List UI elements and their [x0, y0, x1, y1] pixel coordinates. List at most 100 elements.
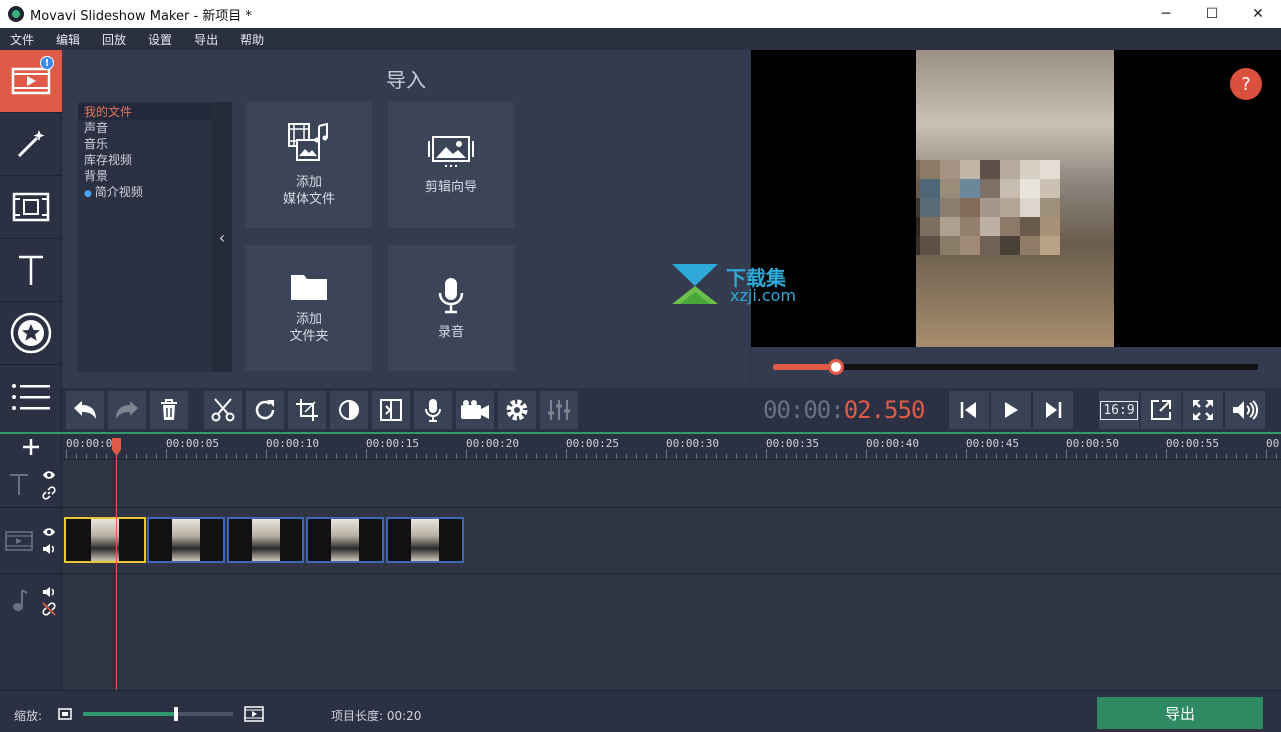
- zoom-in-icon[interactable]: [244, 706, 264, 722]
- ruler-tick: [96, 454, 97, 459]
- ruler-tick: [716, 454, 717, 459]
- settings-button[interactable]: [498, 391, 536, 429]
- ruler-tick: [536, 454, 537, 459]
- seek-bar[interactable]: [773, 359, 1258, 375]
- zoom-slider-handle[interactable]: [174, 707, 178, 721]
- help-button[interactable]: ?: [1230, 68, 1262, 100]
- sidebar-import-button[interactable]: !: [0, 50, 62, 113]
- video-clip[interactable]: [306, 517, 384, 563]
- collapse-panel-button[interactable]: ‹: [212, 102, 232, 372]
- export-button[interactable]: 导出: [1097, 697, 1263, 729]
- unlink-icon[interactable]: [42, 602, 56, 616]
- video-clip[interactable]: [227, 517, 304, 563]
- ruler-tick: [396, 454, 397, 459]
- fullscreen-button[interactable]: [1183, 391, 1223, 429]
- cut-button[interactable]: [204, 391, 242, 429]
- category-my-files[interactable]: 我的文件: [78, 104, 212, 120]
- skip-forward-icon: [1046, 402, 1062, 418]
- ruler-tick: [886, 454, 887, 459]
- ruler-tick-label: 00:00:25: [566, 437, 619, 450]
- zoom-slider-fill: [83, 712, 176, 716]
- volume-button[interactable]: [1225, 391, 1265, 429]
- title-track[interactable]: [62, 460, 1281, 508]
- rotate-button[interactable]: [246, 391, 284, 429]
- category-backgrounds[interactable]: 背景: [78, 168, 212, 184]
- ruler-tick: [976, 454, 977, 459]
- menu-edit[interactable]: 编辑: [56, 31, 80, 48]
- zoom-out-icon[interactable]: [58, 708, 72, 720]
- undo-button[interactable]: [66, 391, 104, 429]
- seek-bar-handle[interactable]: [828, 359, 845, 375]
- eye-icon[interactable]: [42, 470, 56, 480]
- minimize-button[interactable]: ─: [1143, 0, 1189, 28]
- add-track-button[interactable]: [0, 434, 62, 460]
- speaker-icon[interactable]: [42, 586, 56, 598]
- sidebar-titles-button[interactable]: [0, 239, 62, 302]
- video-track[interactable]: [62, 508, 1281, 574]
- video-clip[interactable]: [386, 517, 464, 563]
- video-clip[interactable]: [64, 517, 146, 563]
- timeline-ruler[interactable]: 00:00:0 00:00:05 00:00:10 00:00:15 00:00:20 0…: [62, 434, 1281, 460]
- clip-thumbnail: [91, 519, 119, 561]
- fullscreen-icon: [1193, 400, 1213, 420]
- category-stock-video[interactable]: 库存视频: [78, 152, 212, 168]
- next-frame-button[interactable]: [1033, 391, 1073, 429]
- link-icon[interactable]: [42, 486, 56, 500]
- maximize-button[interactable]: ☐: [1189, 0, 1235, 28]
- add-folder-tile[interactable]: 添加 文件夹: [246, 245, 372, 371]
- category-intro-video[interactable]: 简介视频: [78, 184, 212, 202]
- ruler-tick: [356, 454, 357, 459]
- audio-track[interactable]: [62, 574, 1281, 690]
- sidebar-stickers-button[interactable]: [0, 302, 62, 365]
- clip-thumbnail: [251, 519, 280, 561]
- detach-preview-button[interactable]: [1141, 391, 1181, 429]
- window-title: Movavi Slideshow Maker - 新项目 *: [30, 8, 252, 24]
- menu-help[interactable]: 帮助: [240, 31, 264, 48]
- ruler-tick: [736, 454, 737, 459]
- transition-wizard-button[interactable]: [372, 391, 410, 429]
- montage-wizard-tile[interactable]: 剪辑向导: [388, 102, 514, 228]
- category-sounds[interactable]: 声音: [78, 120, 212, 136]
- ruler-tick: [816, 454, 817, 459]
- sidebar-filters-button[interactable]: [0, 113, 62, 176]
- redo-button[interactable]: [108, 391, 146, 429]
- ruler-tick-label: 00:00:40: [866, 437, 919, 450]
- import-title: 导入: [386, 68, 426, 92]
- capture-video-button[interactable]: [456, 391, 494, 429]
- ruler-tick-label: 00:00:45: [966, 437, 1019, 450]
- ruler-tick: [466, 449, 467, 459]
- menu-export[interactable]: 导出: [194, 31, 218, 48]
- ruler-tick: [926, 454, 927, 459]
- add-media-files-tile[interactable]: 添加 媒体文件: [246, 102, 372, 228]
- close-button[interactable]: ✕: [1235, 0, 1281, 28]
- ruler-tick: [436, 454, 437, 459]
- record-voice-button[interactable]: [414, 391, 452, 429]
- preview-screen[interactable]: ?: [751, 50, 1281, 347]
- menu-settings[interactable]: 设置: [148, 31, 172, 48]
- color-adjust-button[interactable]: [330, 391, 368, 429]
- eye-icon[interactable]: [42, 527, 56, 537]
- ruler-tick: [366, 449, 367, 459]
- play-button[interactable]: [991, 391, 1031, 429]
- ruler-tick: [156, 454, 157, 459]
- sidebar-more-button[interactable]: [0, 365, 62, 428]
- record-audio-tile[interactable]: 录音: [388, 245, 514, 371]
- zoom-slider[interactable]: [83, 707, 233, 721]
- ruler-tick: [206, 454, 207, 459]
- ruler-tick: [956, 454, 957, 459]
- sidebar-transitions-button[interactable]: [0, 176, 62, 239]
- crop-button[interactable]: [288, 391, 326, 429]
- video-clip[interactable]: [147, 517, 225, 563]
- previous-frame-button[interactable]: [949, 391, 989, 429]
- category-music[interactable]: 音乐: [78, 136, 212, 152]
- equalizer-button[interactable]: [540, 391, 578, 429]
- menu-file[interactable]: 文件: [10, 31, 34, 48]
- speaker-icon[interactable]: [42, 543, 56, 555]
- delete-button[interactable]: [150, 391, 188, 429]
- watermark-logo-icon: [672, 264, 718, 304]
- aspect-ratio-button[interactable]: 16:9: [1099, 391, 1139, 429]
- ruler-tick: [946, 454, 947, 459]
- menu-playback[interactable]: 回放: [102, 31, 126, 48]
- ruler-tick: [846, 454, 847, 459]
- status-bar: 缩放: 项目长度: 00:20 导出: [0, 690, 1281, 732]
